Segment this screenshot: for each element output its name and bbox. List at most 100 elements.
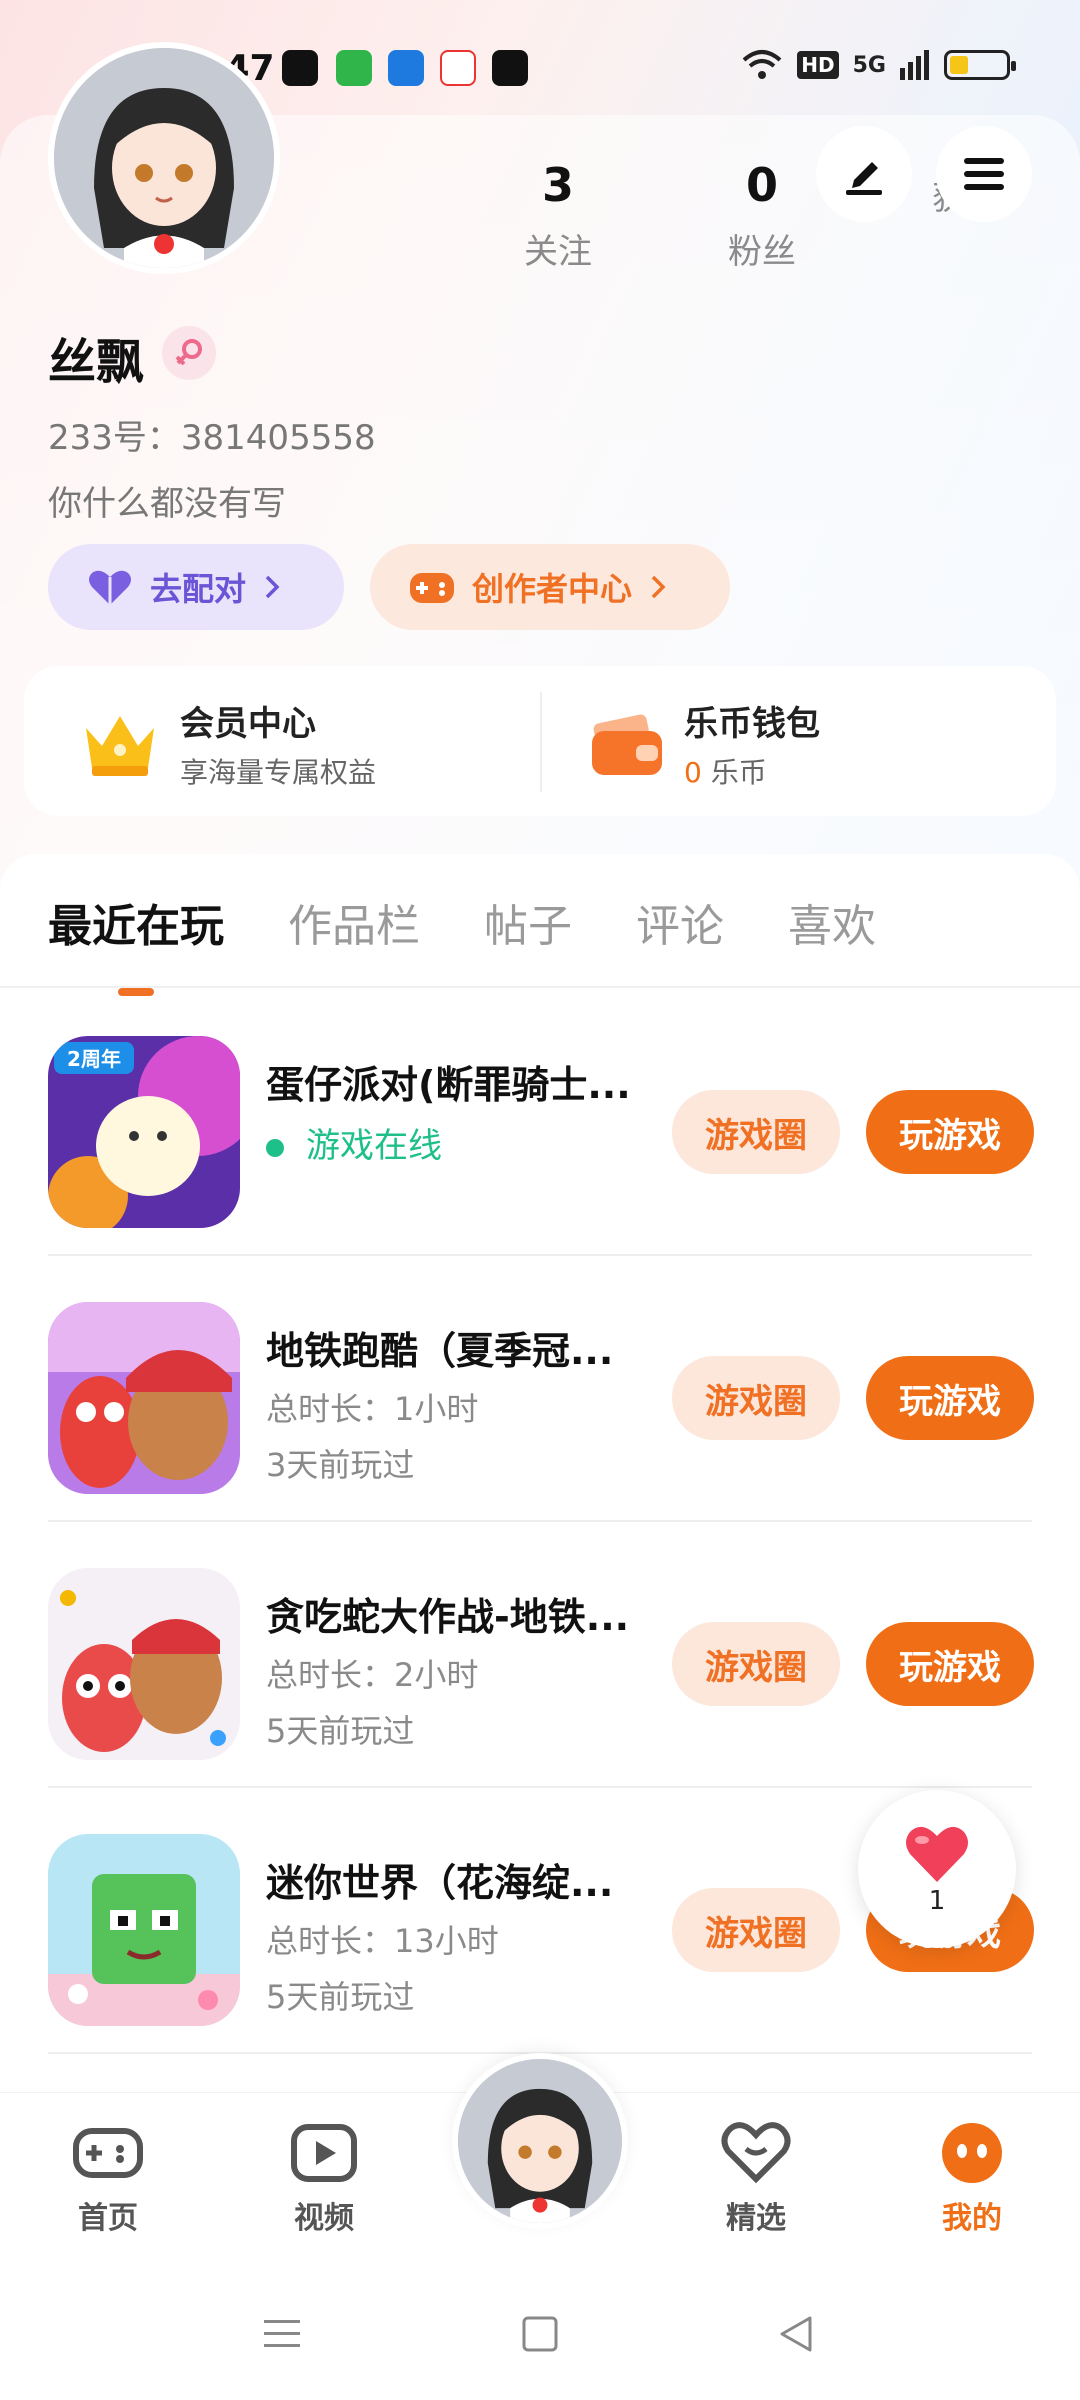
online-dot xyxy=(266,1139,284,1157)
game-circle-button[interactable]: 游戏圈 xyxy=(672,1888,840,1972)
match-button-label: 去配对 xyxy=(150,570,247,608)
nav-video[interactable]: 视频 xyxy=(244,2121,404,2237)
chevron-right-icon xyxy=(265,575,280,599)
game-title: 贪吃蛇大作战-地铁... xyxy=(266,1595,630,1639)
back-icon[interactable] xyxy=(776,2314,816,2354)
menu-icon xyxy=(964,158,1004,190)
profile-bio: 你什么都没有写 xyxy=(48,484,286,524)
video-icon xyxy=(440,50,476,86)
heart-icon xyxy=(89,570,131,605)
tab-comments[interactable]: 评论 xyxy=(636,890,724,954)
nav-home[interactable]: 首页 xyxy=(28,2121,188,2237)
nav-mine-label: 我的 xyxy=(942,2201,1002,2236)
chat-icon xyxy=(336,50,372,86)
avatar-image xyxy=(458,2059,622,2223)
stat-fans-value: 0 xyxy=(745,158,778,212)
profile-tabs: 最近在玩 作品栏 帖子 评论 喜欢 xyxy=(48,890,876,954)
game-icon-badge: 2周年 xyxy=(67,1047,121,1071)
creator-center-button[interactable]: 创作者中心 xyxy=(370,544,730,630)
edit-icon xyxy=(846,162,882,195)
play-game-button[interactable]: 玩游戏 xyxy=(866,1356,1034,1440)
profile-uid: 233号：381405558 xyxy=(48,410,376,459)
gamepad-plus-icon xyxy=(410,573,454,603)
wallet-icon xyxy=(592,714,662,775)
game-title: 蛋仔派对(断罪骑士... xyxy=(266,1063,631,1107)
battery-icon xyxy=(944,50,1016,80)
crown-icon xyxy=(86,715,154,776)
vip-center-link[interactable]: 会员中心 享海量专属权益 xyxy=(80,696,376,791)
nav-featured-label: 精选 xyxy=(726,2201,786,2236)
nav-home-label: 首页 xyxy=(78,2201,138,2236)
home-square-icon[interactable] xyxy=(520,2314,560,2354)
heart-icon xyxy=(906,1826,968,1882)
stat-following-label: 关注 xyxy=(524,232,592,272)
nav-center-avatar[interactable] xyxy=(452,2053,628,2229)
match-button[interactable]: 去配对 xyxy=(48,544,344,630)
wifi-icon xyxy=(742,50,782,79)
game-icon-eggy-party: 2周年 xyxy=(48,1036,240,1228)
app-icon xyxy=(492,50,528,86)
tab-posts[interactable]: 帖子 xyxy=(484,890,572,954)
quick-links-card: 会员中心 享海量专属权益 乐币钱包 0 乐币 xyxy=(24,666,1056,816)
stat-following-value: 3 xyxy=(541,158,574,212)
heart-outline-icon xyxy=(721,2122,791,2184)
wallet-unit: 乐币 xyxy=(710,756,767,789)
game-last-played: 5天前玩过 xyxy=(266,1978,415,2016)
tab-recent[interactable]: 最近在玩 xyxy=(48,890,224,954)
video-play-icon xyxy=(291,2124,357,2182)
game-circle-button[interactable]: 游戏圈 xyxy=(672,1356,840,1440)
stat-fans[interactable]: 0 粉丝 xyxy=(712,158,812,273)
nav-featured[interactable]: 精选 xyxy=(676,2121,836,2237)
game-list-item[interactable]: 贪吃蛇大作战-地铁... 总时长：2小时 5天前玩过 游戏圈 玩游戏 xyxy=(48,1522,1034,1788)
vip-center-subtitle: 享海量专属权益 xyxy=(180,756,377,789)
creator-center-label: 创作者中心 xyxy=(472,570,633,608)
game-playtime: 总时长：1小时 xyxy=(266,1390,479,1428)
recents-icon[interactable] xyxy=(262,2314,302,2354)
wallet-amount: 0 xyxy=(684,756,702,789)
wallet-balance: 0 乐币 xyxy=(684,751,820,791)
game-list-item[interactable]: 2周年 蛋仔派对(断罪骑士... 游戏在线 游戏圈 玩游戏 xyxy=(48,990,1034,1256)
game-circle-button[interactable]: 游戏圈 xyxy=(672,1622,840,1706)
play-game-button[interactable]: 玩游戏 xyxy=(866,1622,1034,1706)
hd-label: HD xyxy=(797,51,839,79)
edit-profile-button[interactable] xyxy=(816,126,912,222)
play-game-button[interactable]: 玩游戏 xyxy=(866,1090,1034,1174)
nav-video-label: 视频 xyxy=(294,2201,354,2236)
network-label: 5G xyxy=(852,52,886,78)
game-last-played: 5天前玩过 xyxy=(266,1712,415,1750)
profile-face-icon xyxy=(942,2123,1002,2183)
wallet-link[interactable]: 乐币钱包 0 乐币 xyxy=(590,696,820,791)
game-icon-subway-surfers xyxy=(48,1302,240,1494)
game-list-item[interactable]: 地铁跑酷（夏季冠... 总时长：1小时 3天前玩过 游戏圈 玩游戏 xyxy=(48,1256,1034,1522)
feishu-icon xyxy=(388,50,424,86)
gamepad-icon xyxy=(73,2128,143,2178)
uid-value: 381405558 xyxy=(180,418,376,458)
divider xyxy=(540,692,542,792)
avatar-image xyxy=(54,48,274,268)
game-icon-snake xyxy=(48,1568,240,1760)
tab-likes[interactable]: 喜欢 xyxy=(788,890,876,954)
avatar[interactable] xyxy=(48,42,280,274)
female-icon xyxy=(162,326,216,380)
signal-icon xyxy=(900,50,929,80)
tab-works[interactable]: 作品栏 xyxy=(288,890,420,954)
game-playtime: 总时长：2小时 xyxy=(266,1656,479,1694)
game-title: 地铁跑酷（夏季冠... xyxy=(266,1329,614,1373)
divider xyxy=(0,986,1080,988)
chevron-right-icon xyxy=(651,575,666,599)
system-nav-bar xyxy=(0,2272,1080,2400)
like-count: 1 xyxy=(928,1886,946,1916)
nav-mine[interactable]: 我的 xyxy=(892,2121,1052,2237)
menu-button[interactable] xyxy=(936,126,1032,222)
floating-like-button[interactable]: 1 xyxy=(858,1790,1016,1948)
uid-label: 233号： xyxy=(48,418,181,458)
game-status: 游戏在线 xyxy=(266,1118,442,1167)
game-playtime: 总时长：13小时 xyxy=(266,1922,499,1960)
tiktok-icon xyxy=(282,50,318,86)
vip-center-title: 会员中心 xyxy=(180,704,316,744)
stat-fans-label: 粉丝 xyxy=(728,232,796,272)
stat-following[interactable]: 3 关注 xyxy=(508,158,608,273)
game-icon-mini-world xyxy=(48,1834,240,2026)
game-online-label: 游戏在线 xyxy=(306,1126,442,1166)
game-circle-button[interactable]: 游戏圈 xyxy=(672,1090,840,1174)
